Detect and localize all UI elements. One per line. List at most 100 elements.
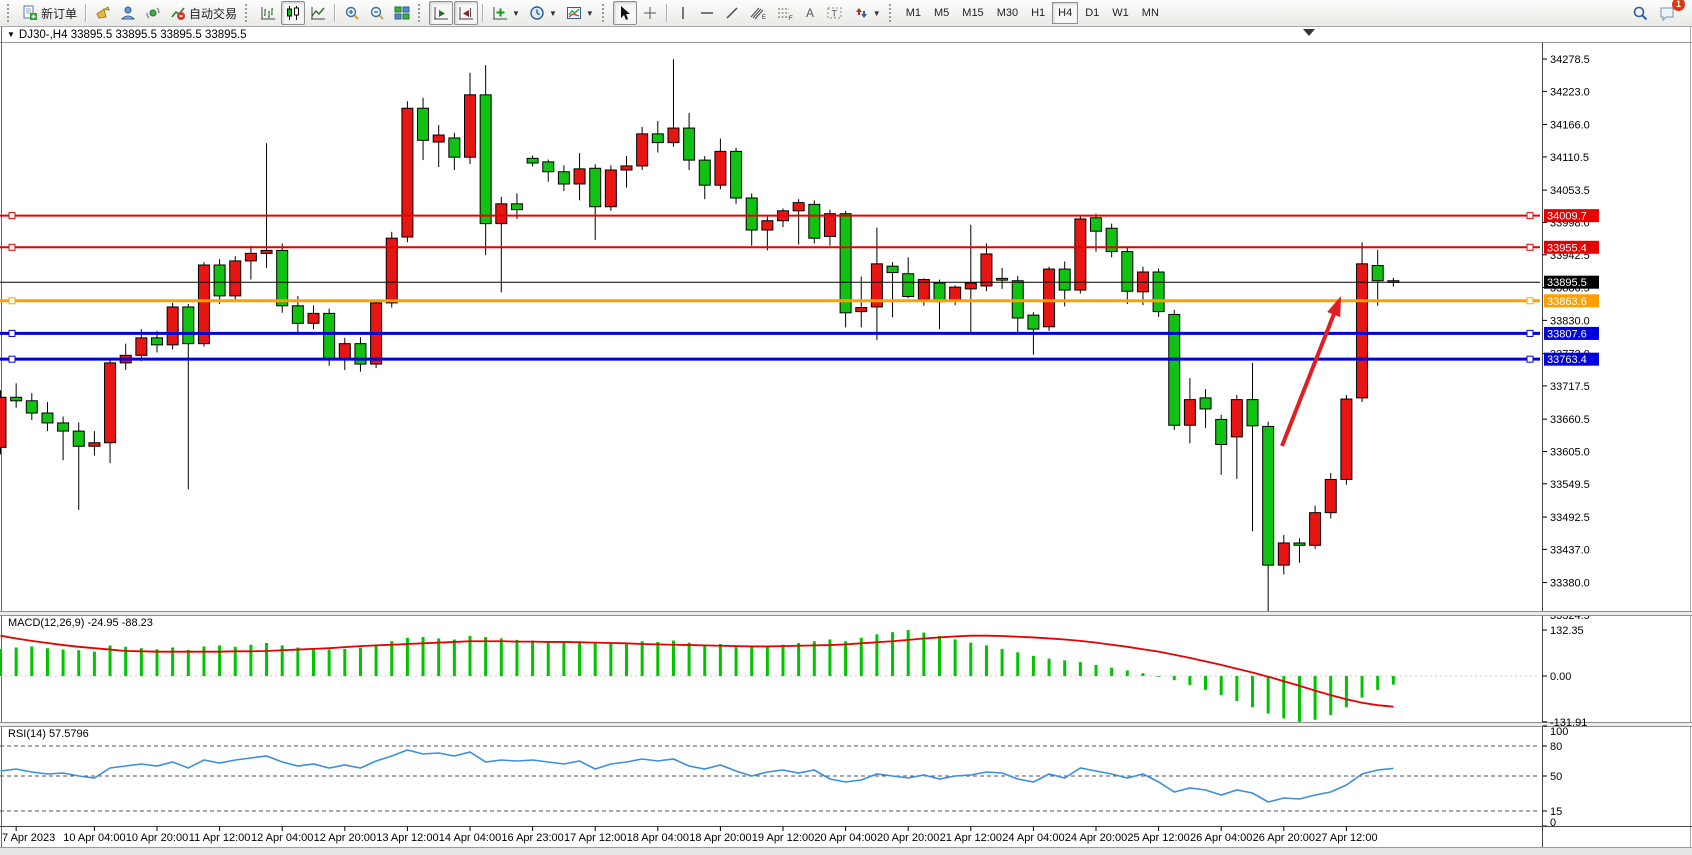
time-axis-label: 12 Apr 04:00 <box>251 832 313 844</box>
pane-separator[interactable] <box>0 723 1692 727</box>
macd-histogram-bar <box>15 647 18 676</box>
timeframe-d1[interactable]: D1 <box>1079 2 1105 24</box>
chart-canvas[interactable]: 34278.534223.034166.034110.534053.533998… <box>0 27 1692 855</box>
announcement-icon <box>95 5 111 21</box>
announcement-button[interactable] <box>91 1 115 25</box>
candle-body <box>1044 269 1055 327</box>
community-button[interactable] <box>116 1 140 25</box>
timeframe-h4[interactable]: H4 <box>1052 2 1078 24</box>
search-button[interactable] <box>1628 1 1653 25</box>
crosshair-icon <box>642 5 658 21</box>
time-axis-label: 20 Apr 04:00 <box>814 832 876 844</box>
candle-body <box>355 344 366 364</box>
time-axis-label: 17 Apr 12:00 <box>564 832 626 844</box>
macd-histogram-bar <box>766 646 769 676</box>
candle-body <box>668 128 679 143</box>
crosshair-button[interactable] <box>638 1 662 25</box>
macd-histogram-bar <box>156 649 159 676</box>
timeframe-h1[interactable]: H1 <box>1025 2 1051 24</box>
candle-body <box>1310 513 1321 546</box>
candle-body <box>449 138 460 157</box>
line-handle-marker[interactable] <box>1527 213 1533 219</box>
tile-windows-button[interactable] <box>390 1 414 25</box>
line-handle-marker[interactable] <box>1527 330 1533 336</box>
bar-chart-button[interactable] <box>256 1 280 25</box>
auto-scroll-button[interactable] <box>429 1 453 25</box>
line-handle-marker[interactable] <box>9 330 15 336</box>
horizontal-line-button[interactable] <box>695 1 719 25</box>
rsi-indicator-label: RSI(14) 57.5796 <box>8 728 89 740</box>
timeframe-mn[interactable]: MN <box>1136 2 1165 24</box>
toolbar: 新订单 自动交易 ▼ ▼ ▼ E F A T ▼ <box>0 0 1692 27</box>
zoom-out-button[interactable] <box>365 1 389 25</box>
zoom-in-button[interactable] <box>340 1 364 25</box>
macd-histogram-bar <box>249 645 252 676</box>
line-handle-marker[interactable] <box>9 244 15 250</box>
macd-histogram-bar <box>312 648 315 676</box>
candle-body <box>699 160 710 185</box>
indicators-icon <box>492 5 508 21</box>
macd-histogram-bar <box>515 640 518 676</box>
timeframe-m15[interactable]: M15 <box>956 2 989 24</box>
line-chart-icon <box>310 5 326 21</box>
macd-histogram-bar <box>1298 676 1301 722</box>
candle-body <box>277 250 288 305</box>
candle-body <box>809 204 820 238</box>
candle-body <box>824 214 835 237</box>
label-button[interactable]: T <box>822 1 848 25</box>
timeframe-w1[interactable]: W1 <box>1106 2 1135 24</box>
line-handle-marker[interactable] <box>9 356 15 362</box>
templates-button[interactable]: ▼ <box>562 1 598 25</box>
arrows-button[interactable]: ▼ <box>849 1 885 25</box>
timeframe-m30[interactable]: M30 <box>991 2 1024 24</box>
collapse-triangle-icon: ▼ <box>7 30 15 39</box>
chart-shift-button[interactable] <box>454 1 478 25</box>
auto-trading-button[interactable]: 自动交易 <box>166 1 241 25</box>
timeframe-m5[interactable]: M5 <box>928 2 955 24</box>
candlestick-button[interactable] <box>281 1 305 25</box>
zoom-in-icon <box>344 5 360 21</box>
level-price-badge: 33763.4 <box>1547 354 1587 366</box>
macd-histogram-bar <box>688 643 691 676</box>
chevron-down-icon: ▼ <box>512 9 520 18</box>
fibonacci-button[interactable]: F <box>772 1 798 25</box>
chat-button[interactable]: 1 <box>1654 1 1680 25</box>
candle-body <box>1263 426 1274 565</box>
line-handle-marker[interactable] <box>1527 298 1533 304</box>
cursor-icon <box>617 5 633 21</box>
channel-button[interactable]: E <box>745 1 771 25</box>
macd-histogram-bar <box>1220 676 1223 695</box>
notification-badge: 1 <box>1672 0 1685 11</box>
candle-body <box>1357 264 1368 398</box>
trendline-button[interactable] <box>720 1 744 25</box>
line-handle-marker[interactable] <box>9 213 15 219</box>
line-handle-marker[interactable] <box>1527 356 1533 362</box>
macd-histogram-bar <box>1001 649 1004 676</box>
time-axis-label: 11 Apr 12:00 <box>189 832 251 844</box>
price-axis-label: 33717.5 <box>1550 381 1590 393</box>
line-handle-marker[interactable] <box>9 298 15 304</box>
time-axis-label: 27 Apr 12:00 <box>1315 832 1377 844</box>
time-axis-label: 26 Apr 04:00 <box>1190 832 1252 844</box>
macd-histogram-bar <box>1188 676 1191 685</box>
candle-body <box>261 250 272 253</box>
macd-histogram-bar <box>875 634 878 676</box>
signal-button[interactable] <box>141 1 165 25</box>
symbol-title[interactable]: ▼DJ30-,H4 33895.5 33895.5 33895.5 33895.… <box>7 29 247 41</box>
new-order-button[interactable]: 新订单 <box>18 1 81 25</box>
line-chart-button[interactable] <box>306 1 330 25</box>
indicators-button[interactable]: ▼ <box>488 1 524 25</box>
candle-body <box>950 287 961 300</box>
toolbar-grip <box>245 4 252 22</box>
line-handle-marker[interactable] <box>1527 244 1533 250</box>
timeframe-m1[interactable]: M1 <box>900 2 927 24</box>
vertical-line-button[interactable] <box>672 1 694 25</box>
text-button[interactable]: A <box>799 1 821 25</box>
pane-separator[interactable] <box>0 612 1692 616</box>
candle-body <box>1028 315 1039 329</box>
toolbar-grip <box>889 4 896 22</box>
cursor-button[interactable] <box>613 1 637 25</box>
periods-button[interactable]: ▼ <box>525 1 561 25</box>
svg-text:F: F <box>789 16 793 21</box>
time-axis-label: 24 Apr 20:00 <box>1065 832 1127 844</box>
